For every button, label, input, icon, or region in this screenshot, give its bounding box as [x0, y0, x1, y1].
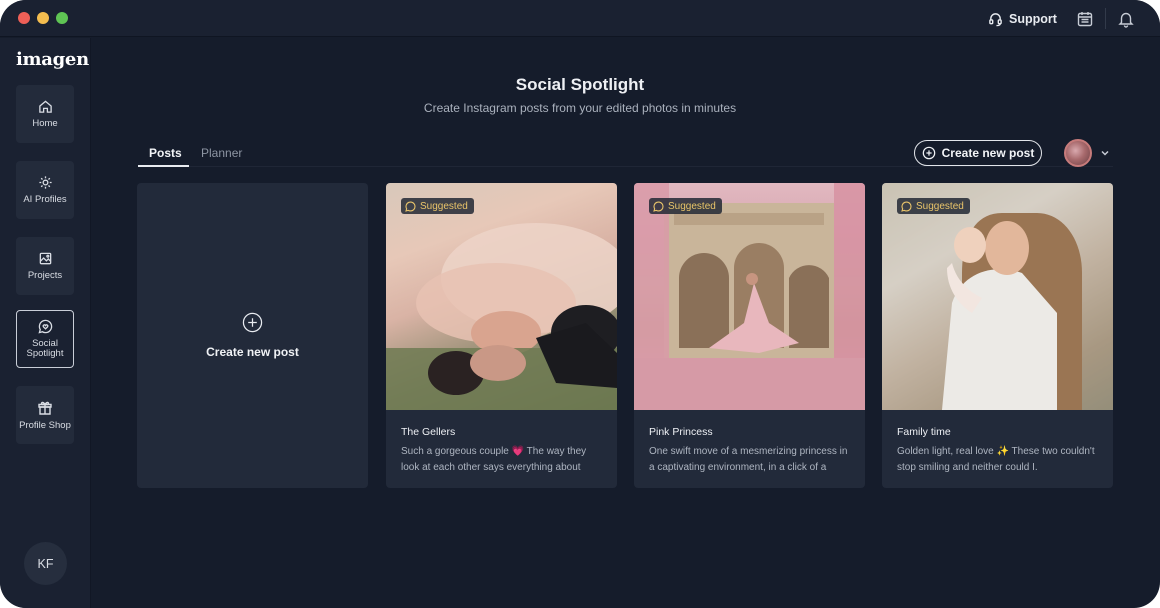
- suggested-badge-label: Suggested: [668, 200, 716, 212]
- post-image: Suggested: [882, 183, 1113, 410]
- post-image: Suggested: [634, 183, 865, 410]
- family-photo-illustration: [882, 183, 1113, 410]
- sidebar-item-label: Home: [32, 118, 58, 129]
- suggested-badge-label: Suggested: [916, 200, 964, 212]
- user-avatar[interactable]: KF: [24, 542, 67, 585]
- post-image: Suggested: [386, 183, 617, 410]
- post-description: One swift move of a mesmerizing princess…: [649, 446, 848, 473]
- sidebar-item-label: AI Profiles: [23, 194, 67, 205]
- princess-photo-illustration: [634, 183, 865, 410]
- create-new-post-button[interactable]: Create new post: [914, 140, 1042, 166]
- plus-circle-icon: [242, 312, 263, 333]
- bell-icon[interactable]: [1117, 10, 1135, 28]
- support-label: Support: [1009, 12, 1057, 26]
- sidebar-item-label: Projects: [27, 270, 63, 281]
- maximize-window-button[interactable]: [56, 12, 68, 24]
- suggested-badge: Suggested: [897, 198, 970, 214]
- tab-planner[interactable]: Planner: [201, 146, 242, 160]
- post-title: The Gellers: [401, 426, 456, 438]
- close-window-button[interactable]: [18, 12, 30, 24]
- social-spotlight-icon: [37, 319, 52, 334]
- post-card-body: Family time Golden light, real love ✨ Th…: [882, 410, 1113, 488]
- create-new-post-card-label: Create new post: [206, 345, 299, 359]
- ai-profiles-icon: [38, 176, 52, 189]
- post-card-body: Pink Princess One swift move of a mesmer…: [634, 410, 865, 488]
- plus-circle-icon: [922, 146, 935, 160]
- sidebar-item-social-spotlight[interactable]: Social Spotlight: [16, 310, 74, 368]
- post-title: Pink Princess: [649, 426, 713, 438]
- post-card[interactable]: Suggested Family time Golden light, real…: [882, 183, 1113, 488]
- chevron-down-icon[interactable]: [1099, 148, 1111, 158]
- create-new-post-card[interactable]: Create new post: [137, 183, 368, 488]
- sidebar: imagen Home AI Profiles Projects Social …: [0, 38, 91, 608]
- profile-picture[interactable]: [1064, 139, 1092, 167]
- tab-posts[interactable]: Posts: [149, 146, 182, 160]
- post-description: Such a gorgeous couple 💗 The way they lo…: [401, 446, 587, 473]
- imagen-logo: imagen: [16, 49, 89, 70]
- sidebar-item-label: Profile Shop: [19, 419, 71, 431]
- title-bar: Support: [0, 0, 1160, 37]
- home-icon: [38, 100, 52, 113]
- couple-photo-illustration: [386, 223, 617, 410]
- app-window: Support imagen Home AI Profiles Projects…: [0, 0, 1160, 608]
- post-card-body: The Gellers Such a gorgeous couple 💗 The…: [386, 410, 617, 488]
- profile-shop-icon: [38, 401, 52, 415]
- sidebar-item-label: Social Spotlight: [26, 338, 64, 359]
- post-title: Family time: [897, 426, 951, 438]
- headset-icon: [989, 12, 1002, 26]
- suggested-badge-label: Suggested: [420, 200, 468, 212]
- minimize-window-button[interactable]: [37, 12, 49, 24]
- sidebar-item-projects[interactable]: Projects: [16, 237, 74, 295]
- page-title: Social Spotlight: [515, 75, 645, 94]
- post-description: Golden light, real love ✨ These two coul…: [897, 446, 1095, 473]
- social-spotlight-icon: [653, 201, 664, 212]
- social-spotlight-icon: [405, 201, 416, 212]
- post-card[interactable]: Suggested Pink Princess One swift move o…: [634, 183, 865, 488]
- toolbar-divider: [1105, 8, 1106, 29]
- sidebar-item-home[interactable]: Home: [16, 85, 74, 143]
- suggested-badge: Suggested: [649, 198, 722, 214]
- suggested-badge: Suggested: [401, 198, 474, 214]
- support-button[interactable]: Support: [988, 10, 1057, 28]
- active-tab-indicator: [138, 165, 189, 167]
- tabs-divider: [138, 166, 1113, 167]
- social-spotlight-icon: [901, 201, 912, 212]
- post-card[interactable]: Suggested The Gellers Such a gorgeous co…: [386, 183, 617, 488]
- sidebar-item-profile-shop[interactable]: Profile Shop: [16, 386, 74, 444]
- projects-icon: [39, 252, 51, 265]
- sidebar-item-ai-profiles[interactable]: AI Profiles: [16, 161, 74, 219]
- create-new-post-label: Create new post: [941, 146, 1035, 160]
- page-subtitle: Create Instagram posts from your edited …: [423, 101, 737, 115]
- calendar-icon[interactable]: [1076, 10, 1094, 28]
